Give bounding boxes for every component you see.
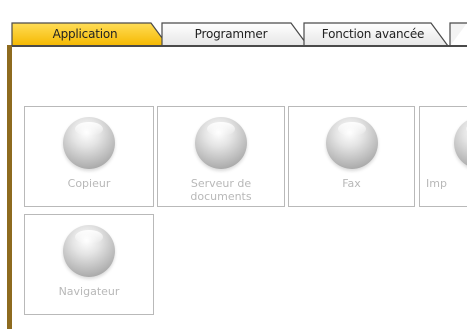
printer-icon (454, 117, 467, 169)
tab-baseline (12, 45, 467, 47)
fax-icon (325, 117, 378, 169)
app-tile-imprimante-partial[interactable]: Imp (419, 106, 467, 207)
tab-fonction-avancee-label: Fonction avancée (321, 27, 425, 41)
tab-fonction-avancee[interactable]: Fonction avancée (303, 22, 453, 47)
copier-icon (63, 117, 115, 169)
app-tile-serveur-documents[interactable]: Serveur de documents (157, 106, 285, 207)
document-server-icon (195, 117, 247, 169)
tab-next-partial-shape (449, 22, 467, 46)
browser-icon (63, 225, 115, 277)
app-label: Fax (342, 177, 361, 190)
tab-programmer[interactable]: Programmer (161, 22, 311, 47)
tab-application-label: Application (52, 27, 118, 41)
app-tile-navigateur[interactable]: Navigateur (24, 214, 154, 315)
app-label: Imp (426, 177, 447, 190)
tab-programmer-label: Programmer (194, 27, 268, 41)
app-label: Copieur (67, 177, 111, 190)
app-label: Navigateur (58, 285, 120, 298)
app-label: Serveur de documents (190, 177, 252, 203)
left-accent-bar (7, 45, 12, 329)
app-tile-copieur[interactable]: Copieur (24, 106, 154, 207)
tab-next-partial[interactable] (449, 22, 467, 47)
app-tile-fax[interactable]: Fax (288, 106, 415, 207)
tab-application[interactable]: Application (11, 22, 169, 47)
